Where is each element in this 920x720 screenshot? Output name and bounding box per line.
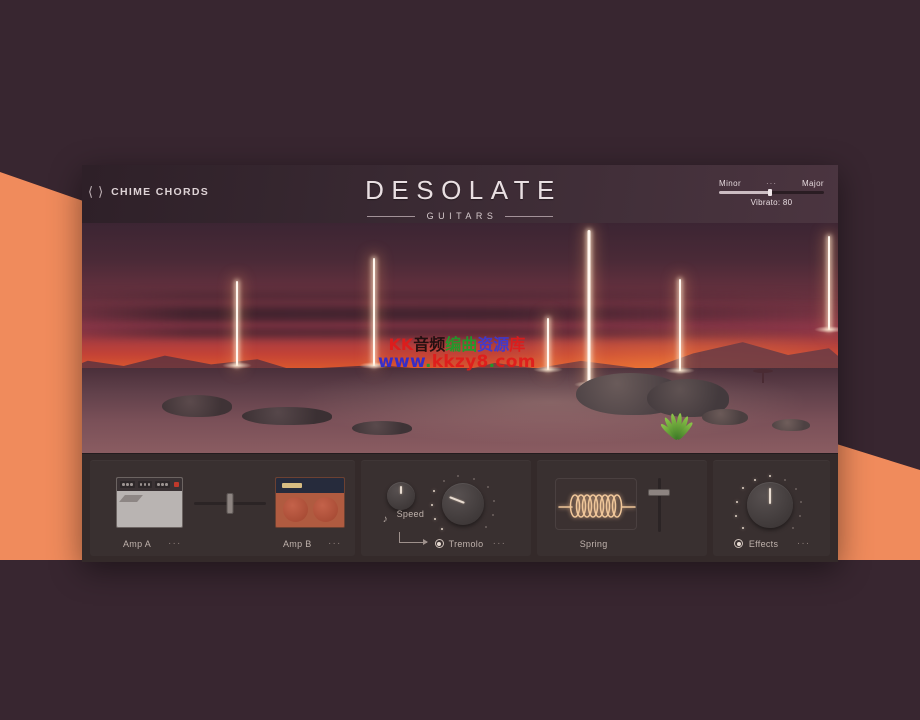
spring-panel: Spring <box>536 460 707 556</box>
morph-right-label: Major <box>801 179 824 188</box>
plugin-header: ⟨ ⟩ CHIME CHORDS DESOLATE GUITARS Minor … <box>82 165 838 223</box>
brand-rule-right <box>505 215 554 217</box>
brand-subtitle: GUITARS <box>426 211 498 221</box>
rock-small-3 <box>772 419 810 431</box>
light-beam-6 <box>828 236 830 330</box>
spring-slider-track[interactable] <box>648 478 671 532</box>
brand-title: DESOLATE <box>365 175 562 205</box>
light-beam-4 <box>587 230 590 385</box>
cloud-band-lower <box>82 326 838 338</box>
rock-small-1 <box>352 421 412 435</box>
amp-b-speaker-cone-2 <box>313 497 338 522</box>
tremolo-speed-label: Speed <box>396 509 425 519</box>
brand-logo: DESOLATE GUITARS <box>330 175 590 221</box>
light-beam-2 <box>373 258 375 366</box>
brand-rule-left <box>366 215 415 217</box>
amp-crossfader-track[interactable] <box>194 493 266 514</box>
morph-labels: Minor ··· Major <box>719 179 824 188</box>
amp-b-speaker-cone-1 <box>283 497 308 522</box>
music-note-icon: ♪ <box>382 514 388 525</box>
spring-coil-icon <box>557 494 636 518</box>
tremolo-speed-knob[interactable] <box>386 482 415 510</box>
amp-b-icon[interactable] <box>275 477 345 528</box>
amp-a-menu-button[interactable]: ··· <box>168 538 182 549</box>
tremolo-depth-knob[interactable] <box>441 483 484 525</box>
amp-a-knob-group-1 <box>120 481 135 488</box>
morph-center-dots: ··· <box>766 179 777 188</box>
amp-a-label: Amp A <box>123 539 152 549</box>
spring-icon-box[interactable] <box>554 478 637 530</box>
amp-a-control-panel <box>117 478 182 491</box>
effects-knob[interactable] <box>746 482 793 528</box>
routing-arrow-icon <box>398 532 428 546</box>
effects-enable-toggle[interactable] <box>733 539 743 548</box>
amp-b-badge-icon <box>282 483 302 488</box>
control-rack: Amp A ··· Amp B ··· ♪ Speed Tremolo ··· … <box>82 453 838 562</box>
amp-a-icon[interactable] <box>116 477 183 528</box>
tremolo-enable-toggle[interactable] <box>434 539 444 548</box>
desert-tree-silhouette <box>752 367 774 383</box>
morph-left-label: Minor <box>719 179 742 188</box>
boulder-left <box>162 395 232 417</box>
amp-b-menu-button[interactable]: ··· <box>328 538 342 549</box>
tremolo-label: Tremolo <box>448 539 484 549</box>
effects-label: Effects <box>748 539 779 549</box>
amp-a-grille <box>117 491 182 527</box>
chevron-left-icon[interactable]: ⟨ <box>88 185 93 198</box>
vibrato-value-label: Vibrato: 80 <box>750 198 793 207</box>
light-beam-1 <box>236 281 238 366</box>
preset-name-label[interactable]: CHIME CHORDS <box>111 186 209 198</box>
amp-crossfader-handle[interactable] <box>226 493 234 514</box>
amp-panel: Amp A ··· Amp B ··· <box>90 460 355 556</box>
amp-b-control-panel <box>276 478 344 493</box>
light-beam-3 <box>547 318 549 370</box>
amp-a-knob-group-2 <box>137 481 152 488</box>
tremolo-menu-button[interactable]: ··· <box>493 538 507 549</box>
morph-slider-track[interactable] <box>719 189 824 196</box>
preset-navigator: ⟨ ⟩ CHIME CHORDS <box>88 185 209 198</box>
amp-a-knob-group-3 <box>155 481 170 488</box>
chevron-right-icon[interactable]: ⟩ <box>98 185 103 198</box>
tremolo-panel: ♪ Speed Tremolo ··· <box>360 460 531 556</box>
artwork-panel: KK音频编曲资源库 www.kkzy8.com <box>82 223 838 453</box>
spring-label: Spring <box>579 539 608 549</box>
cloud-band-main <box>82 305 838 322</box>
rock-small-2 <box>702 409 748 425</box>
effects-panel: Effects ··· <box>712 460 831 556</box>
preset-nav-arrows: ⟨ ⟩ <box>88 185 103 198</box>
agave-plant-icon <box>652 409 698 441</box>
morph-slider-handle[interactable] <box>768 189 773 196</box>
light-beam-5 <box>679 279 681 371</box>
minor-major-morph-control: Minor ··· Major Vibrato: 80 <box>719 179 824 207</box>
spring-slider-handle[interactable] <box>648 489 671 496</box>
morph-slider-fill <box>719 191 771 194</box>
brand-subtitle-row: GUITARS <box>330 211 590 221</box>
plugin-window: ⟨ ⟩ CHIME CHORDS DESOLATE GUITARS Minor … <box>82 165 838 562</box>
amp-b-label: Amp B <box>283 539 312 549</box>
boulder-left-2 <box>242 407 332 425</box>
cloud-band-upper <box>82 292 838 300</box>
effects-menu-button[interactable]: ··· <box>797 538 811 549</box>
amp-a-power-led-icon <box>174 482 179 487</box>
amp-b-cabinet <box>276 493 344 527</box>
